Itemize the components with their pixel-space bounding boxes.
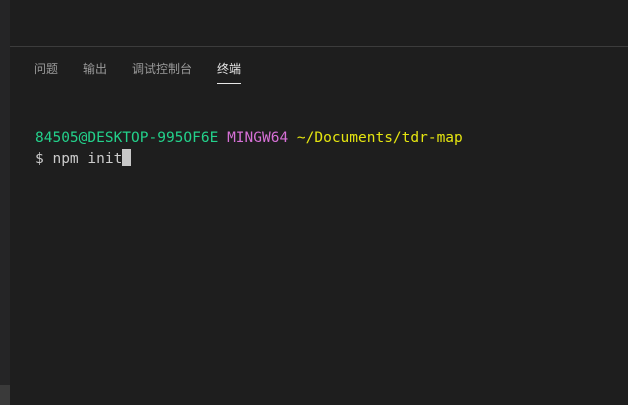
- tab-problems[interactable]: 问题: [34, 60, 58, 84]
- left-edge-strip: [0, 0, 10, 405]
- tab-output[interactable]: 输出: [83, 60, 107, 84]
- left-edge-scroll-thumb[interactable]: [0, 385, 10, 405]
- terminal-prompt-symbol: $: [35, 151, 44, 167]
- terminal-command-input[interactable]: npm init: [52, 151, 122, 167]
- terminal-cursor: [122, 149, 132, 166]
- tab-debug-console[interactable]: 调试控制台: [132, 60, 192, 84]
- terminal-shell-name: MINGW64: [227, 130, 289, 146]
- panel-top-divider[interactable]: [10, 46, 628, 47]
- terminal-panel: 问题 输出 调试控制台 终端 84505@DESKTOP-995OF6E MIN…: [0, 0, 628, 405]
- tab-terminal[interactable]: 终端: [217, 60, 242, 84]
- panel-tab-bar: 问题 输出 调试控制台 终端: [34, 60, 266, 84]
- terminal-current-path: ~/Documents/tdr-map: [296, 130, 463, 146]
- terminal-output[interactable]: 84505@DESKTOP-995OF6E MINGW64 ~/Document…: [35, 128, 463, 170]
- terminal-user-host: 84505@DESKTOP-995OF6E: [35, 130, 219, 146]
